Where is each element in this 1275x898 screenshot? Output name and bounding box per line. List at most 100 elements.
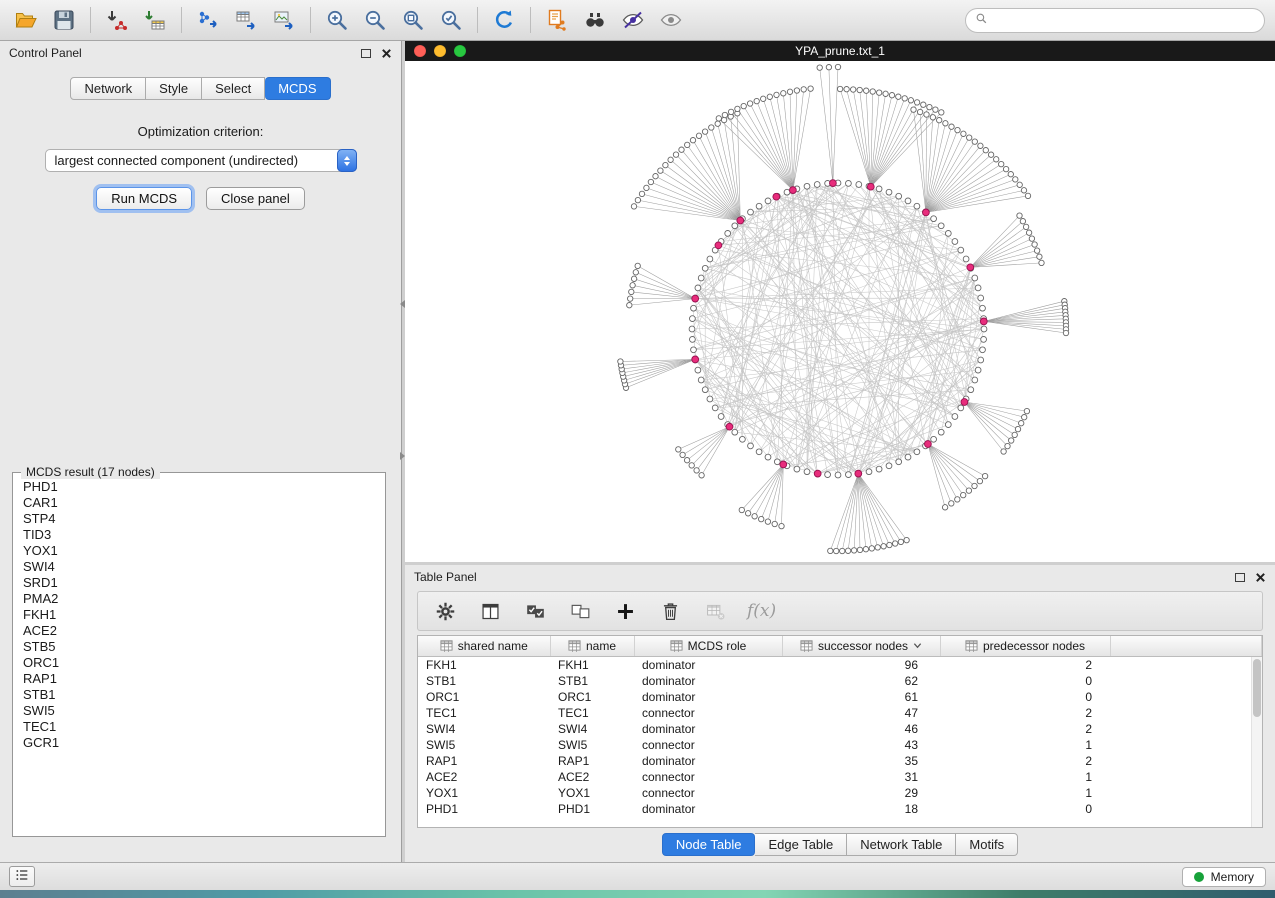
zoom-out-button[interactable] [359,4,391,36]
table-tab-node-table[interactable]: Node Table [662,833,756,856]
show-all-button[interactable] [655,4,687,36]
mcds-result-item[interactable]: ACE2 [23,623,375,639]
close-panel-icon[interactable] [381,48,392,59]
mcds-result-item[interactable]: FKH1 [23,607,375,623]
zoom-fit-button[interactable] [397,4,429,36]
float-table-panel-icon[interactable] [1235,573,1245,582]
cell-shared-name[interactable]: TEC1 [418,705,550,721]
mcds-result-item[interactable]: RAP1 [23,671,375,687]
zoom-window-icon[interactable] [454,45,466,57]
cell-mcds-role[interactable]: dominator [634,673,782,689]
column-header-MCDS-role[interactable]: MCDS role [634,636,782,656]
cell-shared-name[interactable]: STB1 [418,673,550,689]
cell-successor-nodes[interactable]: 35 [782,753,940,769]
tab-mcds[interactable]: MCDS [265,77,330,100]
cell-successor-nodes[interactable]: 61 [782,689,940,705]
duplicate-network-button[interactable] [541,4,573,36]
cell-mcds-role[interactable]: connector [634,737,782,753]
column-header-name[interactable]: name [550,636,634,656]
mcds-result-item[interactable]: STB5 [23,639,375,655]
table-row[interactable]: PHD1PHD1dominator180 [418,801,1262,817]
cell-predecessor-nodes[interactable]: 1 [940,769,1110,785]
table-tab-network-table[interactable]: Network Table [847,833,956,856]
table-row[interactable]: STB1STB1dominator620 [418,673,1262,689]
float-panel-icon[interactable] [361,49,371,58]
table-tab-edge-table[interactable]: Edge Table [755,833,847,856]
import-table-button[interactable] [139,4,171,36]
cell-predecessor-nodes[interactable]: 1 [940,785,1110,801]
cell-shared-name[interactable]: YOX1 [418,785,550,801]
refresh-network-button[interactable] [488,4,520,36]
table-row[interactable]: FKH1FKH1dominator962 [418,656,1262,673]
cell-mcds-role[interactable]: dominator [634,801,782,817]
cell-predecessor-nodes[interactable]: 1 [940,737,1110,753]
mcds-result-item[interactable]: STB1 [23,687,375,703]
mcds-result-item[interactable]: YOX1 [23,543,375,559]
close-table-panel-icon[interactable] [1255,572,1266,583]
cell-mcds-role[interactable]: dominator [634,721,782,737]
cell-mcds-role[interactable]: dominator [634,753,782,769]
cell-successor-nodes[interactable]: 96 [782,656,940,673]
function-builder-button[interactable]: f(x) [747,601,776,621]
mcds-result-item[interactable]: STP4 [23,511,375,527]
tab-style[interactable]: Style [146,77,202,100]
cell-predecessor-nodes[interactable]: 2 [940,656,1110,673]
import-network-button[interactable] [101,4,133,36]
column-header-successor-nodes[interactable]: successor nodes [782,636,940,656]
cell-shared-name[interactable]: SWI4 [418,721,550,737]
cell-shared-name[interactable]: RAP1 [418,753,550,769]
cell-predecessor-nodes[interactable]: 2 [940,753,1110,769]
cell-name[interactable]: SWI5 [550,737,634,753]
cell-predecessor-nodes[interactable]: 0 [940,801,1110,817]
memory-button[interactable]: Memory [1182,867,1266,887]
cell-mcds-role[interactable]: connector [634,785,782,801]
cell-mcds-role[interactable]: connector [634,705,782,721]
network-canvas[interactable] [405,61,1275,562]
mcds-result-item[interactable]: SWI4 [23,559,375,575]
column-header-predecessor-nodes[interactable]: predecessor nodes [940,636,1110,656]
mcds-result-item[interactable]: SRD1 [23,575,375,591]
table-row[interactable]: SWI4SWI4dominator462 [418,721,1262,737]
cell-successor-nodes[interactable]: 31 [782,769,940,785]
table-row[interactable]: ORC1ORC1dominator610 [418,689,1262,705]
cell-successor-nodes[interactable]: 29 [782,785,940,801]
mcds-result-item[interactable]: TEC1 [23,719,375,735]
run-mcds-button[interactable]: Run MCDS [96,187,192,210]
search-input[interactable] [994,13,1255,27]
show-columns-button[interactable] [477,598,503,624]
table-row[interactable]: ACE2ACE2connector311 [418,769,1262,785]
mcds-result-item[interactable]: CAR1 [23,495,375,511]
delete-column-button[interactable] [657,598,683,624]
network-window-titlebar[interactable]: YPA_prune.txt_1 [405,41,1275,61]
table-scrollbar[interactable] [1251,657,1262,827]
mcds-result-item[interactable]: PMA2 [23,591,375,607]
cell-predecessor-nodes[interactable]: 2 [940,705,1110,721]
table-row[interactable]: TEC1TEC1connector472 [418,705,1262,721]
cell-successor-nodes[interactable]: 18 [782,801,940,817]
cell-mcds-role[interactable]: connector [634,769,782,785]
criterion-dropdown[interactable]: largest connected component (undirected) [45,149,357,172]
column-header-shared-name[interactable]: shared name [418,636,550,656]
open-session-button[interactable] [10,4,42,36]
mcds-result-item[interactable]: PHD1 [23,479,375,495]
search-box[interactable] [965,8,1265,33]
close-panel-button[interactable]: Close panel [206,187,305,210]
add-column-button[interactable] [612,598,638,624]
table-settings-button[interactable] [432,598,458,624]
table-row[interactable]: YOX1YOX1connector291 [418,785,1262,801]
cell-name[interactable]: YOX1 [550,785,634,801]
cell-name[interactable]: SWI4 [550,721,634,737]
cell-shared-name[interactable]: ORC1 [418,689,550,705]
cell-shared-name[interactable]: SWI5 [418,737,550,753]
zoom-in-button[interactable] [321,4,353,36]
mcds-result-list[interactable]: PHD1CAR1STP4TID3YOX1SWI4SRD1PMA2FKH1ACE2… [13,473,385,757]
mcds-result-item[interactable]: SWI5 [23,703,375,719]
hide-selected-button[interactable] [617,4,649,36]
export-table-button[interactable] [230,4,262,36]
deselect-all-button[interactable] [567,598,593,624]
cell-successor-nodes[interactable]: 43 [782,737,940,753]
cell-successor-nodes[interactable]: 62 [782,673,940,689]
export-image-button[interactable] [268,4,300,36]
cell-shared-name[interactable]: FKH1 [418,656,550,673]
mcds-result-item[interactable]: GCR1 [23,735,375,751]
